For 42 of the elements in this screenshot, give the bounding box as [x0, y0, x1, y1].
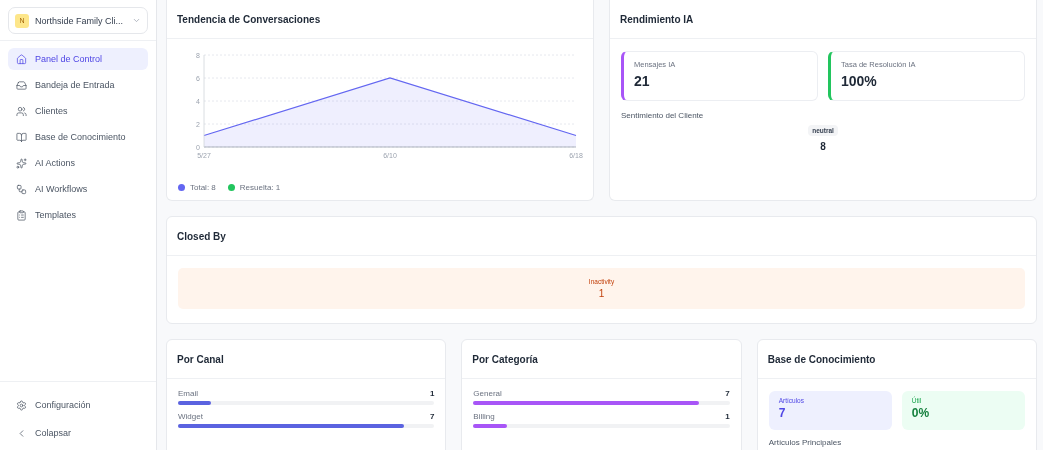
sentiment-count: 8: [820, 141, 826, 152]
nav-item[interactable]: Configuración: [8, 394, 148, 416]
inbox-icon: [16, 79, 27, 91]
nav-item[interactable]: Colapsar: [8, 422, 148, 444]
legend-label: Resuelta: 1: [239, 183, 281, 192]
section-label: Sentimiento del Cliente: [621, 111, 705, 120]
caret-icon: [132, 16, 141, 25]
bar-label: Billing: [473, 412, 495, 421]
card-title: Por Categoría: [462, 340, 741, 379]
bar-count: 1: [725, 412, 730, 421]
card-title: Base de Conocimiento: [757, 340, 1036, 379]
nav-item[interactable]: AI Actions: [8, 152, 148, 174]
nav-item[interactable]: AI Workflows: [8, 178, 148, 200]
card-title: Por Canal: [167, 340, 446, 379]
section-label: Artículos Principales: [768, 438, 843, 447]
tile-value: 1: [598, 288, 605, 299]
book-icon: [16, 131, 27, 143]
home-icon: [16, 53, 27, 65]
card-title: Rendimiento IA: [610, 0, 1036, 39]
stat-value: 7: [778, 406, 787, 420]
nav-item[interactable]: Templates: [8, 204, 148, 226]
bar-count: 1: [429, 389, 435, 398]
nav-item[interactable]: Panel de Control: [8, 48, 148, 70]
sparkle-icon: [16, 157, 27, 169]
users-icon: [16, 105, 27, 117]
card-title: Tendencia de Conversaciones: [167, 0, 593, 39]
nav-item[interactable]: Base de Conocimiento: [8, 126, 148, 148]
bar-label: Email: [178, 389, 198, 398]
bar-label: General: [473, 389, 502, 398]
workflow-icon: [16, 183, 27, 195]
stat-value: 0%: [911, 406, 931, 420]
legend-label: Total: 8: [190, 183, 216, 192]
stat-value: 21: [634, 73, 651, 89]
bar-label: Widget: [178, 412, 203, 421]
settings-icon: [16, 399, 27, 411]
clipboard-icon: [16, 209, 27, 221]
nav-item[interactable]: Clientes: [8, 100, 148, 122]
card-title: Closed By: [167, 217, 1036, 256]
bar-count: 7: [429, 412, 435, 421]
bar-count: 7: [725, 389, 730, 398]
nav-item[interactable]: Bandeja de Entrada: [8, 74, 148, 96]
stat-value: 100%: [841, 73, 878, 89]
